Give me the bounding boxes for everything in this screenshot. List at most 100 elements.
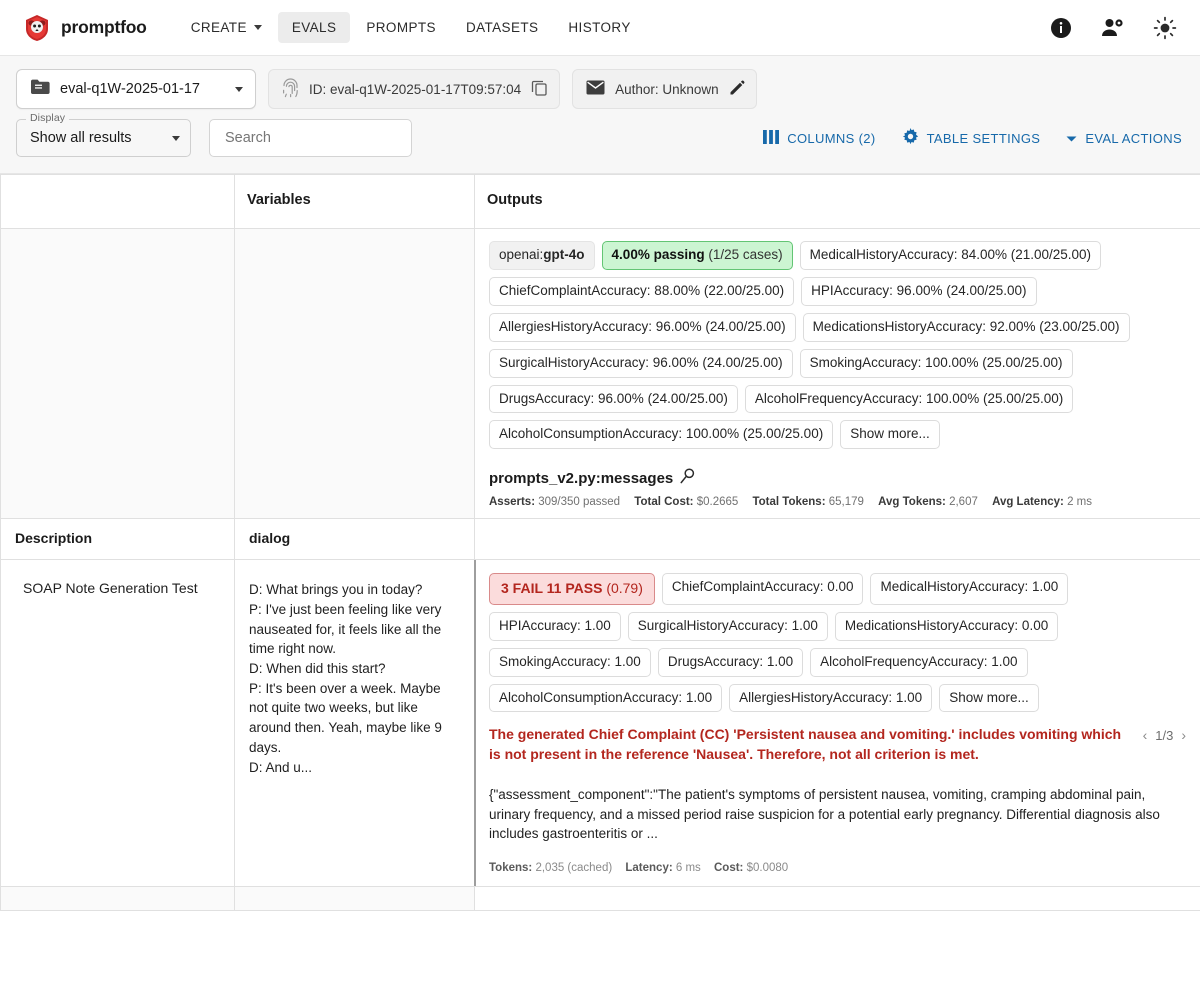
row-stat-latency: Latency: 6 ms [625, 862, 700, 874]
chevron-down-icon [1066, 131, 1077, 146]
row-error-row: The generated Chief Complaint (CC) 'Pers… [489, 725, 1186, 765]
verdict-badge: 3 FAIL 11 PASS (0.79) [489, 573, 655, 605]
copy-icon[interactable] [531, 79, 548, 99]
row-stat-cost-label: Cost: [714, 861, 744, 874]
eval-id-chip: ID: eval-q1W-2025-01-17T09:57:04 [268, 69, 561, 109]
row-selected-marker [474, 560, 476, 886]
filter-bar: Display Show all results COLUMNS (2) TAB… [0, 112, 1200, 174]
next-row-description-cell [0, 885, 235, 911]
metric-chip: MedicalHistoryAccuracy: 84.00% (21.00/25… [799, 241, 1102, 270]
subheader-dialog-label: dialog [249, 530, 291, 547]
table-row-next [0, 885, 1200, 911]
row-description-text: SOAP Note Generation Test [23, 580, 198, 597]
author-text: Author: Unknown [615, 81, 719, 97]
metric-chip: HPIAccuracy: 96.00% (24.00/25.00) [801, 276, 1037, 306]
nav-item-datasets[interactable]: DATASETS [452, 12, 552, 43]
metric-chip: ChiefComplaintAccuracy: 88.00% (22.00/25… [489, 276, 795, 306]
nav-items: CREATE EVALS PROMPTS DATASETS HISTORY [177, 12, 645, 43]
row-output-json: {"assessment_component":"The patient's s… [489, 787, 1160, 842]
light-mode-icon[interactable] [1152, 15, 1178, 41]
metric-chip: AlcoholFrequencyAccuracy: 100.00% (25.00… [744, 384, 1074, 414]
stat-asserts: Asserts: 309/350 passed [489, 496, 620, 508]
header-col-variables[interactable]: Variables [234, 174, 475, 229]
info-icon[interactable] [1048, 15, 1074, 41]
passing-main: 4.00% passing [611, 247, 705, 262]
user-settings-icon[interactable] [1100, 15, 1126, 41]
author-chip: Author: Unknown [572, 69, 757, 109]
pager-prev-icon[interactable]: ‹ [1143, 727, 1148, 743]
table-settings-label: TABLE SETTINGS [926, 130, 1041, 146]
verdict-sub: (0.79) [606, 580, 643, 597]
brand[interactable]: promptfoo [24, 14, 147, 42]
brand-name: promptfoo [61, 17, 147, 37]
pager-next-icon[interactable]: › [1181, 727, 1186, 743]
eval-id-text: ID: eval-q1W-2025-01-17T09:57:04 [309, 81, 522, 97]
stat-total-cost-value: $0.2665 [696, 496, 739, 509]
eval-actions-label: EVAL ACTIONS [1085, 130, 1182, 146]
subheader-description-cell: Description [0, 518, 235, 561]
subheader-dialog-cell: dialog [234, 518, 475, 561]
metric-chip: HPIAccuracy: 1.00 [489, 611, 621, 641]
stat-asserts-label: Asserts: [489, 496, 536, 509]
nav-item-create[interactable]: CREATE [177, 12, 276, 43]
columns-icon [763, 129, 780, 147]
table-settings-button[interactable]: TABLE SETTINGS [902, 128, 1041, 148]
metric-chip: AlcoholFrequencyAccuracy: 1.00 [810, 647, 1028, 677]
chevron-down-icon [253, 25, 262, 30]
row-dialog-text: D: What brings you in today? P: I've jus… [249, 582, 442, 775]
summary-show-more-button[interactable]: Show more... [840, 420, 940, 450]
row-dialog-cell: D: What brings you in today? P: I've jus… [234, 559, 475, 887]
row-show-more-button[interactable]: Show more... [939, 683, 1039, 713]
row-stat-tokens: Tokens: 2,035 (cached) [489, 862, 612, 874]
stat-avg-latency-label: Avg Latency: [992, 496, 1064, 509]
stat-total-tokens-label: Total Tokens: [752, 496, 826, 509]
stat-total-tokens: Total Tokens: 65,179 [752, 496, 863, 508]
search-input[interactable] [223, 129, 398, 147]
row-stat-latency-value: 6 ms [675, 861, 701, 874]
stat-avg-tokens-label: Avg Tokens: [878, 496, 946, 509]
display-select[interactable]: Show all results [16, 119, 191, 157]
header-col-outputs[interactable]: Outputs [474, 174, 1200, 229]
passing-chip: 4.00% passing (1/25 cases) [601, 241, 793, 270]
metric-chip: MedicationsHistoryAccuracy: 0.00 [834, 611, 1059, 641]
eval-selector-label: eval-q1W-2025-01-17 [60, 81, 200, 97]
magnifier-icon[interactable] [680, 468, 695, 488]
passing-sub: (1/25 cases) [708, 247, 783, 262]
search-box[interactable] [209, 119, 412, 157]
header-col-empty [0, 174, 235, 229]
row-stat-cost: Cost: $0.0080 [714, 862, 788, 874]
nav-item-prompts[interactable]: PROMPTS [352, 12, 450, 43]
model-chip: openai:gpt-4o [489, 241, 595, 270]
row-stat-tokens-label: Tokens: [489, 861, 533, 874]
nav-item-history[interactable]: HISTORY [554, 12, 644, 43]
prompt-title[interactable]: prompts_v2.py:messages [489, 468, 1188, 488]
row-output-cell[interactable]: 3 FAIL 11 PASS (0.79) ChiefComplaintAccu… [474, 559, 1200, 887]
table-row: SOAP Note Generation Test D: What brings… [0, 559, 1200, 887]
summary-stats: Asserts: 309/350 passed Total Cost: $0.2… [489, 496, 1188, 508]
row-error-text: The generated Chief Complaint (CC) 'Pers… [489, 726, 1122, 763]
row-stat-latency-label: Latency: [625, 861, 673, 874]
header-col-outputs-label: Outputs [487, 192, 543, 208]
columns-button[interactable]: COLUMNS (2) [763, 129, 876, 147]
summary-empty-cell-1 [0, 227, 235, 520]
summary-outputs-cell: openai:gpt-4o 4.00% passing (1/25 cases)… [474, 227, 1200, 520]
table-toolbar: COLUMNS (2) TABLE SETTINGS EVAL ACTIONS [763, 128, 1182, 148]
columns-label: COLUMNS (2) [787, 130, 876, 146]
eval-bar: eval-q1W-2025-01-17 ID: eval-q1W-2025-01… [0, 56, 1200, 119]
nav-item-create-label: CREATE [190, 20, 247, 35]
top-navbar: promptfoo CREATE EVALS PROMPTS DATASETS … [0, 0, 1200, 56]
metric-chip: SurgicalHistoryAccuracy: 1.00 [627, 611, 828, 641]
nav-item-evals[interactable]: EVALS [277, 12, 351, 43]
metric-chip: SmokingAccuracy: 1.00 [489, 647, 651, 677]
prompt-title-label: prompts_v2.py:messages [489, 469, 674, 487]
metric-chip: SmokingAccuracy: 100.00% (25.00/25.00) [799, 348, 1073, 378]
eval-selector[interactable]: eval-q1W-2025-01-17 [16, 69, 256, 109]
fingerprint-icon [282, 77, 299, 101]
nav-item-history-label: HISTORY [568, 20, 631, 35]
summary-empty-cell-2 [234, 227, 475, 520]
stat-avg-latency: Avg Latency: 2 ms [992, 496, 1092, 508]
row-stat-cost-value: $0.0080 [746, 861, 789, 874]
nav-item-evals-label: EVALS [291, 20, 337, 35]
eval-actions-button[interactable]: EVAL ACTIONS [1066, 131, 1182, 146]
edit-pencil-icon[interactable] [729, 80, 745, 99]
